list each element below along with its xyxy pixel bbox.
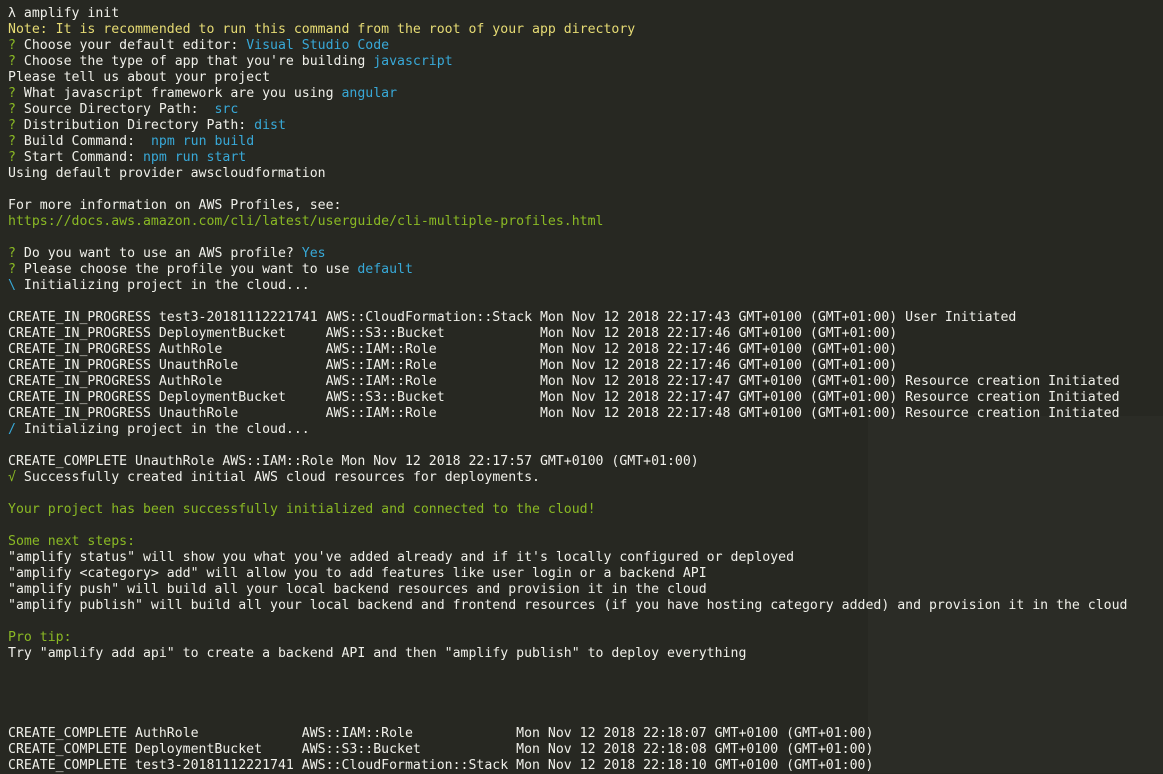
question-editor: ? Choose your default editor: Visual Stu…	[8, 38, 390, 53]
prompt-symbol: λ	[8, 6, 16, 21]
note-line: Note: It is recommended to run this comm…	[8, 22, 636, 37]
final-event-row: CREATE_COMPLETE AuthRole AWS::IAM::Role …	[8, 726, 874, 741]
next-step-item: "amplify <category> add" will allow you …	[8, 566, 707, 581]
command-line: λ amplify init	[8, 6, 1127, 22]
final-event-row: CREATE_COMPLETE test3-20181112221741 AWS…	[8, 758, 874, 773]
initialized-line: Your project has been successfully initi…	[8, 502, 596, 517]
stack-event-row: CREATE_IN_PROGRESS AuthRole AWS::IAM::Ro…	[8, 374, 1120, 389]
question-mark-icon: ?	[8, 54, 24, 69]
next-step-item: "amplify push" will build all your local…	[8, 582, 707, 597]
next-step-item: "amplify status" will show you what you'…	[8, 550, 795, 565]
question-framework: ? What javascript framework are you usin…	[8, 86, 398, 101]
next-steps-title: Some next steps:	[8, 534, 136, 549]
stack-event-row: CREATE_IN_PROGRESS test3-20181112221741 …	[8, 310, 1017, 325]
question-use-profile: ? Do you want to use an AWS profile? Yes	[8, 246, 326, 261]
question-choose-profile: ? Please choose the profile you want to …	[8, 262, 413, 277]
profiles-url-link[interactable]: https://docs.aws.amazon.com/cli/latest/u…	[8, 214, 1127, 230]
question-dist-dir: ? Distribution Directory Path: dist	[8, 118, 286, 133]
spinner-line: / Initializing project in the cloud...	[8, 422, 310, 437]
final-event-row: CREATE_COMPLETE DeploymentBucket AWS::S3…	[8, 742, 874, 757]
spinner-line: \ Initializing project in the cloud...	[8, 278, 310, 293]
stack-event-row: CREATE_IN_PROGRESS UnauthRole AWS::IAM::…	[8, 358, 898, 373]
question-start-command: ? Start Command: npm run start	[8, 150, 247, 165]
question-mark-icon: ?	[8, 246, 24, 261]
next-step-item: "amplify publish" will build all your lo…	[8, 598, 1128, 613]
question-mark-icon: ?	[8, 118, 24, 133]
question-mark-icon: ?	[8, 86, 24, 101]
terminal-output: λ amplify init Note: It is recommended t…	[8, 6, 1127, 774]
profiles-info-line: For more information on AWS Profiles, se…	[8, 198, 342, 213]
stack-event-row: CREATE_IN_PROGRESS DeploymentBucket AWS:…	[8, 326, 898, 341]
question-mark-icon: ?	[8, 38, 24, 53]
stack-event-row: CREATE_IN_PROGRESS AuthRole AWS::IAM::Ro…	[8, 342, 898, 357]
default-provider-line: Using default provider awscloudformation	[8, 166, 326, 181]
terminal-window[interactable]: λ amplify init Note: It is recommended t…	[0, 0, 1163, 773]
question-mark-icon: ?	[8, 102, 24, 117]
spinner-icon: /	[8, 422, 16, 437]
pro-tip-text: Try "amplify add api" to create a backen…	[8, 646, 747, 661]
tell-us-line: Please tell us about your project	[8, 70, 271, 85]
success-line: √ Successfully created initial AWS cloud…	[8, 470, 540, 485]
question-mark-icon: ?	[8, 150, 24, 165]
question-mark-icon: ?	[8, 262, 24, 277]
question-mark-icon: ?	[8, 134, 24, 149]
stack-event-row: CREATE_IN_PROGRESS DeploymentBucket AWS:…	[8, 390, 1120, 405]
command-text: amplify init	[23, 6, 120, 21]
stack-event-row: CREATE_IN_PROGRESS UnauthRole AWS::IAM::…	[8, 406, 1120, 421]
spinner-icon: \	[8, 278, 16, 293]
pro-tip-title: Pro tip:	[8, 630, 72, 645]
create-complete-line: CREATE_COMPLETE UnauthRole AWS::IAM::Rol…	[8, 454, 699, 469]
question-app-type: ? Choose the type of app that you're bui…	[8, 54, 453, 69]
question-source-dir: ? Source Directory Path: src	[8, 102, 239, 117]
checkmark-icon: √	[8, 470, 16, 485]
question-build-command: ? Build Command: npm run build	[8, 134, 255, 149]
